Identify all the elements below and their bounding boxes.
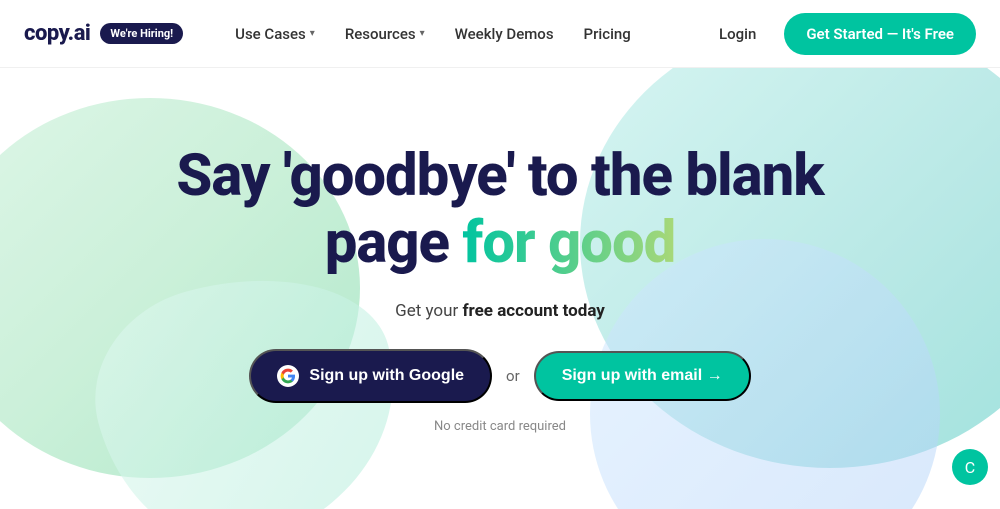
- or-separator: or: [506, 367, 520, 385]
- nav-link-pricing[interactable]: Pricing: [572, 17, 643, 51]
- chat-bubble-button[interactable]: C: [952, 449, 988, 485]
- logo-area[interactable]: copy.ai We're Hiring!: [24, 21, 183, 46]
- google-icon: [277, 365, 299, 387]
- hero-section: Say 'goodbye' to the blank page for good…: [0, 68, 1000, 509]
- sign-up-google-button[interactable]: Sign up with Google: [249, 349, 492, 403]
- nav-link-use-cases[interactable]: Use Cases ▾: [223, 17, 327, 51]
- nav-link-resources[interactable]: Resources ▾: [333, 17, 437, 51]
- sign-up-email-button[interactable]: Sign up with email →: [534, 351, 751, 401]
- chevron-down-icon: ▾: [420, 28, 425, 39]
- get-started-button[interactable]: Get Started — It's Free: [784, 13, 976, 55]
- logo-text: copy.ai: [24, 21, 90, 46]
- hero-title-highlight: for good: [462, 209, 675, 277]
- nav-link-weekly-demos[interactable]: Weekly Demos: [443, 17, 566, 51]
- hiring-badge[interactable]: We're Hiring!: [100, 23, 183, 44]
- hero-subtitle: Get your free account today: [176, 301, 823, 321]
- hero-content: Say 'goodbye' to the blank page for good…: [156, 143, 843, 433]
- no-credit-card-text: No credit card required: [176, 419, 823, 434]
- hero-title: Say 'goodbye' to the blank page for good: [176, 143, 823, 276]
- navbar: copy.ai We're Hiring! Use Cases ▾ Resour…: [0, 0, 1000, 68]
- nav-links: Use Cases ▾ Resources ▾ Weekly Demos Pri…: [223, 17, 707, 51]
- hero-buttons: Sign up with Google or Sign up with emai…: [176, 349, 823, 403]
- chevron-down-icon: ▾: [310, 28, 315, 39]
- login-button[interactable]: Login: [707, 17, 768, 51]
- nav-right: Login Get Started — It's Free: [707, 13, 976, 55]
